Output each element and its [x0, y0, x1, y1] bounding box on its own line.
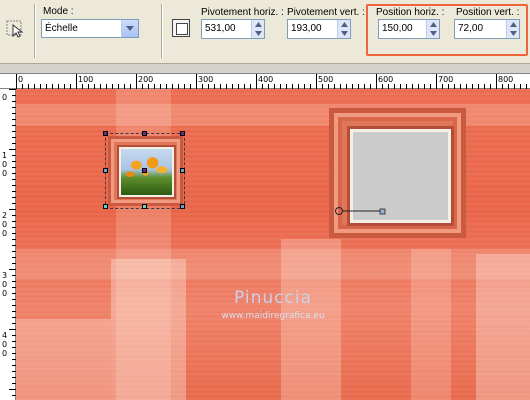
frame-icon[interactable] — [172, 19, 190, 37]
spinner-arrows[interactable] — [251, 20, 264, 38]
framed-photo-large[interactable] — [329, 108, 466, 238]
spin-up-icon[interactable] — [338, 20, 350, 29]
background-band — [16, 319, 111, 400]
toolbar-separator — [34, 4, 36, 58]
horizontal-ruler[interactable]: 0 100 200 300 400 500 600 700 800 — [0, 73, 530, 89]
rotation-pivot-icon[interactable] — [334, 206, 386, 216]
spin-down-icon[interactable] — [427, 29, 439, 38]
resize-handle[interactable] — [103, 131, 108, 136]
spin-down-icon[interactable] — [252, 29, 264, 38]
resize-handle[interactable] — [180, 204, 185, 209]
position-horizontal-value: 150,00 — [382, 23, 413, 34]
position-horizontal-label: Position horiz. : — [376, 7, 445, 18]
spin-up-icon[interactable] — [507, 20, 519, 29]
background-band — [16, 249, 530, 279]
background-band — [411, 249, 451, 400]
mode-label: Mode : — [43, 6, 74, 17]
background-band — [111, 259, 186, 400]
pivot-horizontal-value: 531,00 — [205, 23, 236, 34]
position-vertical-label: Position vert. : — [456, 7, 520, 18]
spin-down-icon[interactable] — [507, 29, 519, 38]
spin-up-icon[interactable] — [427, 20, 439, 29]
pivot-horizontal-field[interactable]: 531,00 — [201, 19, 265, 39]
pick-tool-icon[interactable] — [5, 19, 25, 39]
watermark-title: Pinuccia — [234, 288, 312, 308]
resize-handle[interactable] — [180, 131, 185, 136]
mode-select[interactable]: Échelle — [41, 19, 139, 38]
tool-options-toolbar: Mode : Échelle Pivotement horiz. : 531,0… — [0, 0, 530, 64]
spinner-arrows[interactable] — [337, 20, 350, 38]
toolbar-separator — [161, 4, 163, 58]
pivot-horizontal-label: Pivotement horiz. : — [201, 7, 284, 18]
ruler-ticks — [16, 74, 527, 89]
pivot-vertical-field[interactable]: 193,00 — [287, 19, 351, 39]
resize-handle[interactable] — [142, 204, 147, 209]
resize-handle[interactable] — [180, 168, 185, 173]
resize-handle[interactable] — [103, 168, 108, 173]
spinner-arrows[interactable] — [506, 20, 519, 38]
resize-handle[interactable] — [142, 131, 147, 136]
resize-handle[interactable] — [103, 204, 108, 209]
background-band — [476, 254, 530, 400]
position-vertical-value: 72,00 — [458, 23, 484, 34]
image-canvas[interactable]: Pinuccia www.maidiregrafica.eu — [16, 89, 530, 400]
spinner-arrows[interactable] — [426, 20, 439, 38]
resize-handle[interactable] — [142, 168, 147, 173]
ruler-ticks — [9, 89, 16, 396]
vertical-ruler[interactable]: 0 1 0 0 2 0 0 3 0 0 4 0 0 — [0, 89, 16, 400]
chevron-down-icon[interactable] — [121, 20, 138, 37]
pivot-vertical-label: Pivotement vert. : — [287, 7, 365, 18]
pivot-vertical-value: 193,00 — [291, 23, 322, 34]
position-horizontal-field[interactable]: 150,00 — [378, 19, 440, 39]
mode-select-value: Échelle — [45, 23, 78, 34]
spin-up-icon[interactable] — [252, 20, 264, 29]
spin-down-icon[interactable] — [338, 29, 350, 38]
position-vertical-field[interactable]: 72,00 — [454, 19, 520, 39]
watermark-url: www.maidiregrafica.eu — [221, 311, 325, 321]
